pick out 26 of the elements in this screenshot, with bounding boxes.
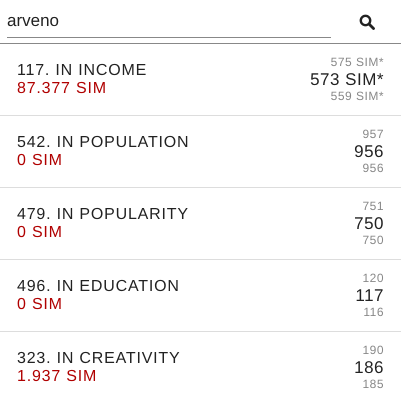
current-score: 573 SIM*: [310, 70, 384, 89]
rank-value: 0 SIM: [17, 296, 64, 314]
below-score: 750: [362, 233, 384, 248]
search-icon: [359, 14, 375, 30]
below-score: 185: [362, 377, 384, 392]
current-score: 186: [354, 358, 384, 377]
rank-title: 496. IN EDUCATION: [17, 278, 180, 296]
rank-title: 542. IN POPULATION: [17, 134, 190, 152]
below-score: 956: [362, 161, 384, 176]
above-score: 575 SIM*: [330, 55, 384, 70]
rank-title: 117. IN INCOME: [17, 62, 148, 80]
below-score: 116: [363, 305, 384, 320]
rank-value: 87.377 SIM: [17, 80, 108, 98]
below-score: 559 SIM*: [330, 89, 384, 104]
current-score: 750: [354, 214, 384, 233]
current-score: 117: [355, 286, 384, 305]
above-score: 190: [362, 343, 384, 358]
rank-value: 1.937 SIM: [17, 368, 98, 386]
rank-value: 0 SIM: [17, 152, 64, 170]
above-score: 120: [362, 271, 384, 286]
above-score: 751: [362, 199, 384, 214]
rank-title: 323. IN CREATIVITY: [17, 350, 180, 368]
rank-value: 0 SIM: [17, 224, 64, 242]
above-score: 957: [362, 127, 384, 142]
rank-title: 479. IN POPULARITY: [17, 206, 189, 224]
current-score: 956: [354, 142, 384, 161]
